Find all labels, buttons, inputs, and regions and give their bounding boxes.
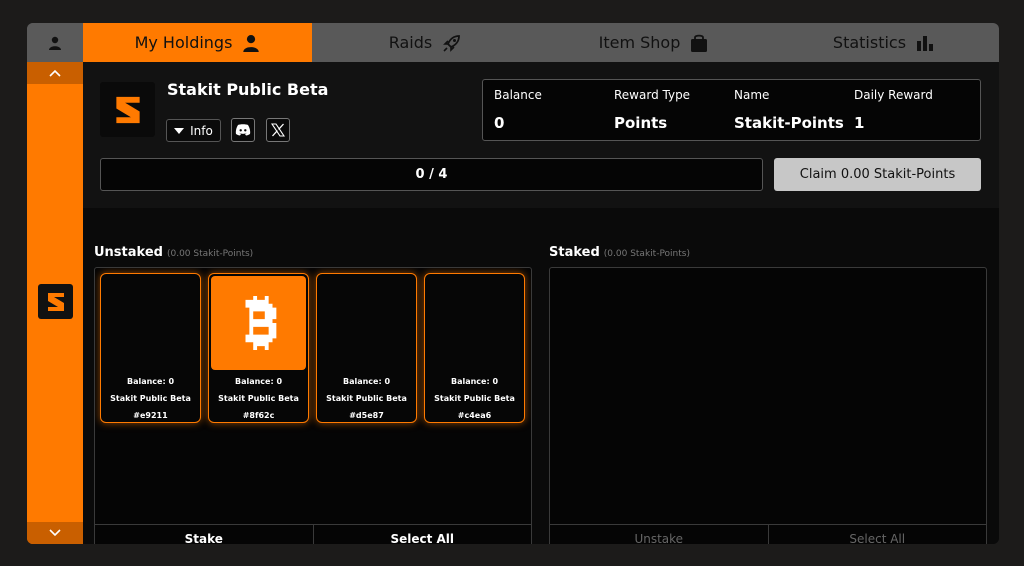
card-id: #e9211 bbox=[133, 411, 168, 420]
project-name: Stakit Public Beta bbox=[167, 80, 329, 99]
nft-card[interactable]: Balance: 0 Stakit Public Beta #8f62c bbox=[208, 273, 309, 423]
card-image bbox=[319, 276, 414, 370]
nft-card[interactable]: Balance: 0 Stakit Public Beta #e9211 bbox=[100, 273, 201, 423]
stat-value: Points bbox=[614, 114, 668, 132]
stat-label: Balance bbox=[494, 88, 542, 102]
card-balance: Balance: 0 bbox=[126, 377, 175, 386]
nft-card[interactable]: Balance: 0 Stakit Public Beta #c4ea6 bbox=[424, 273, 525, 423]
project-header: Stakit Public Beta Info Balance 0 Reward… bbox=[83, 62, 999, 208]
card-balance: Balance: 0 bbox=[342, 377, 391, 386]
card-name: Stakit Public Beta bbox=[110, 394, 191, 403]
card-image bbox=[211, 276, 306, 370]
x-twitter-button[interactable] bbox=[266, 118, 290, 142]
info-dropdown-button[interactable]: Info bbox=[166, 119, 221, 142]
discord-button[interactable] bbox=[231, 118, 255, 142]
stat-label: Name bbox=[734, 88, 770, 102]
rocket-icon bbox=[443, 34, 461, 52]
staked-panel: Unstake Select All bbox=[549, 267, 987, 544]
card-id: #8f62c bbox=[242, 411, 275, 420]
staked-title-label: Staked bbox=[549, 245, 600, 260]
app-window: My Holdings Raids Item Shop Statistics S… bbox=[27, 23, 999, 544]
card-name: Stakit Public Beta bbox=[434, 394, 515, 403]
card-name: Stakit Public Beta bbox=[326, 394, 407, 403]
card-id: #c4ea6 bbox=[457, 411, 492, 420]
profile-button[interactable] bbox=[27, 23, 83, 62]
stakit-logo-icon bbox=[115, 96, 140, 123]
card-image bbox=[427, 276, 522, 370]
unstaked-title: Unstaked (0.00 Stakit-Points) bbox=[94, 245, 253, 260]
main-content: Stakit Public Beta Info Balance 0 Reward… bbox=[83, 62, 999, 544]
stat-value: 1 bbox=[854, 114, 865, 132]
user-icon bbox=[243, 34, 260, 52]
tab-label: My Holdings bbox=[134, 33, 233, 52]
pixel-b-icon bbox=[245, 296, 276, 350]
card-balance: Balance: 0 bbox=[450, 377, 499, 386]
x-icon bbox=[271, 123, 285, 137]
tab-raids[interactable]: Raids bbox=[312, 23, 539, 62]
stat-label: Daily Reward bbox=[854, 88, 933, 102]
staked-title: Staked (0.00 Stakit-Points) bbox=[549, 245, 690, 260]
select-all-staked-button[interactable]: Select All bbox=[767, 525, 987, 544]
stats-panel: Balance 0 Reward Type Points Name Stakit… bbox=[482, 79, 981, 141]
scroll-down-button[interactable] bbox=[27, 522, 83, 544]
nft-card[interactable]: Balance: 0 Stakit Public Beta #d5e87 bbox=[316, 273, 417, 423]
card-name: Stakit Public Beta bbox=[218, 394, 299, 403]
info-label: Info bbox=[190, 123, 213, 138]
shopping-bag-icon bbox=[691, 34, 708, 52]
card-id: #d5e87 bbox=[349, 411, 384, 420]
claim-button[interactable]: Claim 0.00 Stakit-Points bbox=[774, 158, 981, 191]
unstaked-title-label: Unstaked bbox=[94, 245, 163, 260]
staked-actions: Unstake Select All bbox=[550, 524, 986, 544]
stakit-logo-icon bbox=[47, 292, 64, 311]
chevron-down-icon bbox=[49, 529, 61, 537]
bar-chart-icon bbox=[917, 35, 934, 51]
project-logo-button[interactable] bbox=[38, 284, 73, 319]
card-image bbox=[103, 276, 198, 370]
stat-value: 0 bbox=[494, 114, 505, 132]
select-all-unstaked-button[interactable]: Select All bbox=[312, 525, 532, 544]
tab-label: Statistics bbox=[832, 33, 907, 52]
chevron-up-icon bbox=[49, 69, 61, 77]
unstake-button[interactable]: Unstake bbox=[550, 525, 768, 544]
tab-my-holdings[interactable]: My Holdings bbox=[83, 23, 312, 62]
unstaked-actions: Stake Select All bbox=[95, 524, 531, 544]
project-sidebar bbox=[27, 62, 83, 544]
project-logo bbox=[100, 82, 155, 137]
caret-down-icon bbox=[174, 127, 185, 134]
tab-label: Item Shop bbox=[598, 33, 681, 52]
stat-value: Stakit-Points bbox=[734, 114, 844, 132]
stake-button[interactable]: Stake bbox=[95, 525, 313, 544]
user-icon bbox=[49, 36, 61, 50]
tab-label: Raids bbox=[388, 33, 433, 52]
card-balance: Balance: 0 bbox=[234, 377, 283, 386]
staked-points: (0.00 Stakit-Points) bbox=[603, 249, 690, 259]
progress-text: 0 / 4 bbox=[415, 167, 448, 182]
scroll-up-button[interactable] bbox=[27, 62, 83, 84]
unstaked-panel: Balance: 0 Stakit Public Beta #e9211 Bal… bbox=[94, 267, 532, 544]
stat-label: Reward Type bbox=[614, 88, 691, 102]
discord-icon bbox=[235, 124, 251, 136]
unstaked-points: (0.00 Stakit-Points) bbox=[166, 249, 254, 259]
tab-statistics[interactable]: Statistics bbox=[768, 23, 999, 62]
staked-progress-bar: 0 / 4 bbox=[100, 158, 763, 191]
tab-item-shop[interactable]: Item Shop bbox=[539, 23, 768, 62]
top-nav: My Holdings Raids Item Shop Statistics bbox=[27, 23, 999, 62]
